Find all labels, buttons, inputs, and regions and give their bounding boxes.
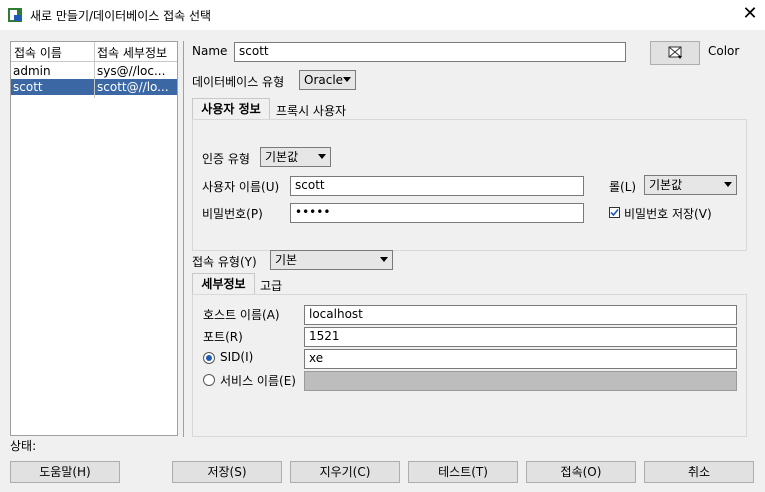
close-icon[interactable]: ✕ (740, 4, 760, 24)
connection-name: scott (13, 80, 43, 94)
connection-details: scott@//lo... (97, 80, 169, 94)
host-input[interactable]: localhost (304, 305, 737, 325)
db-type-select[interactable]: Oracle (299, 70, 356, 90)
splitter[interactable] (183, 41, 184, 437)
host-label: 호스트 이름(A) (203, 308, 280, 322)
role-select[interactable]: 기본값 (644, 175, 737, 195)
conn-type-label: 접속 유형(Y) (192, 255, 257, 269)
color-label: Color (708, 44, 740, 58)
username-input[interactable]: scott (290, 176, 584, 196)
service-name-input[interactable] (304, 371, 737, 391)
chevron-down-icon (724, 182, 732, 187)
column-header-details[interactable]: 접속 세부정보 (97, 44, 167, 61)
username-label: 사용자 이름(U) (202, 180, 280, 194)
conn-type-select[interactable]: 기본 (270, 250, 393, 270)
color-swatch-icon (668, 46, 682, 59)
role-label: 롤(L) (609, 180, 637, 194)
title-bar: 새로 만들기/데이터베이스 접속 선택 ✕ (0, 0, 765, 30)
connection-details: sys@//loc... (97, 64, 166, 78)
name-label: Name (192, 44, 228, 58)
column-divider[interactable] (94, 42, 95, 98)
db-type-label: 데이터베이스 유형 (192, 75, 285, 89)
chevron-down-icon (318, 154, 326, 159)
role-value: 기본값 (649, 178, 683, 192)
tab-details[interactable]: 세부정보 (192, 273, 255, 295)
connect-button[interactable]: 접속(O) (526, 461, 636, 483)
password-label: 비밀번호(P) (202, 207, 263, 221)
auth-type-select[interactable]: 기본값 (260, 147, 331, 167)
tab-advanced[interactable]: 고급 (260, 277, 282, 294)
test-button[interactable]: 테스트(T) (408, 461, 518, 483)
name-input[interactable]: scott (234, 42, 626, 62)
auth-type-label: 인증 유형 (202, 152, 250, 166)
service-name-label[interactable]: 서비스 이름(E) (220, 372, 296, 389)
help-button[interactable]: 도움말(H) (10, 461, 120, 483)
auth-type-value: 기본값 (265, 150, 299, 164)
connection-name: admin (13, 64, 51, 78)
chevron-down-icon (343, 77, 351, 82)
column-header-name[interactable]: 접속 이름 (14, 44, 62, 61)
port-label: 포트(R) (203, 330, 243, 344)
connection-list[interactable]: 접속 이름 접속 세부정보 admin sys@//loc... scott s… (10, 41, 178, 436)
check-icon (610, 208, 619, 217)
sid-label[interactable]: SID(I) (220, 350, 253, 364)
cancel-button[interactable]: 취소 (644, 461, 754, 483)
save-password-checkbox[interactable] (609, 207, 620, 218)
sid-input[interactable]: xe (304, 349, 737, 369)
db-type-value: Oracle (304, 73, 344, 87)
status-label: 상태: (10, 439, 37, 453)
save-button[interactable]: 저장(S) (172, 461, 282, 483)
clear-button[interactable]: 지우기(C) (290, 461, 400, 483)
conn-type-value: 기본 (275, 253, 298, 267)
chevron-down-icon (380, 257, 388, 262)
port-input[interactable]: 1521 (304, 327, 737, 347)
color-picker-button[interactable] (650, 41, 700, 65)
service-name-radio[interactable] (203, 374, 215, 386)
sid-radio[interactable] (203, 352, 215, 364)
password-input[interactable]: ••••• (290, 203, 584, 223)
app-icon (8, 8, 22, 22)
tab-user-info[interactable]: 사용자 정보 (192, 98, 270, 120)
window-title: 새로 만들기/데이터베이스 접속 선택 (30, 9, 212, 23)
save-password-label[interactable]: 비밀번호 저장(V) (624, 205, 712, 222)
tab-proxy-user[interactable]: 프록시 사용자 (276, 102, 346, 119)
